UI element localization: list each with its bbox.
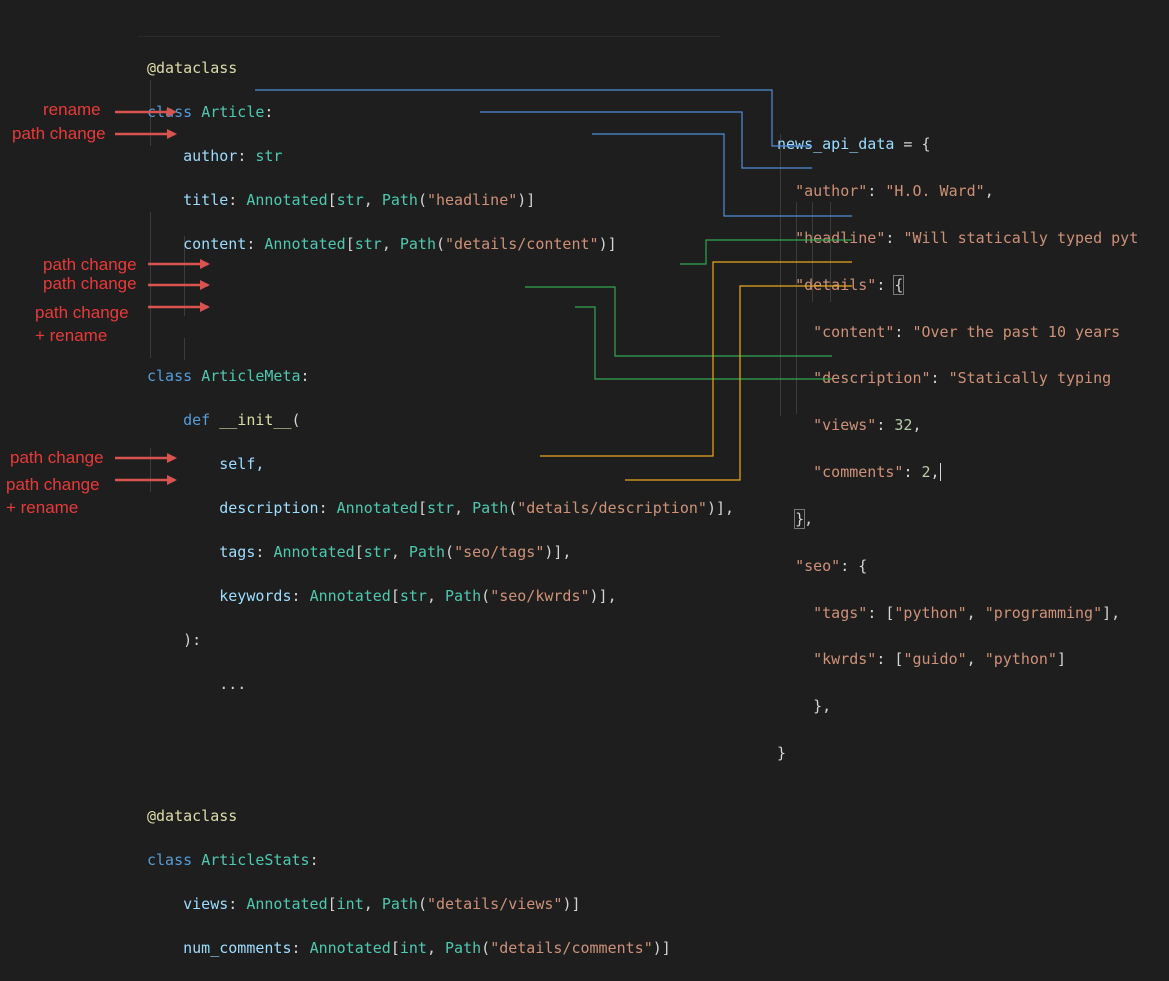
connector-headline — [480, 111, 812, 169]
json-key: "kwrds" — [813, 650, 877, 669]
connector-keywords — [575, 306, 832, 380]
code-line: "tags": ["python", "programming"], — [813, 603, 1121, 622]
type-name: str — [399, 587, 427, 605]
code-line: }, — [813, 697, 832, 716]
string-literal: "seo/kwrds" — [490, 587, 590, 605]
ellipsis: ... — [219, 675, 247, 693]
code-line: } — [777, 743, 787, 762]
keyword: class — [147, 851, 193, 869]
code-line: "kwrds": ["guido", "python"] — [813, 650, 1066, 669]
json-value: "guido" — [903, 650, 967, 669]
close-paren: ): — [183, 631, 202, 649]
type-name: Annotated — [246, 895, 328, 913]
type-name: Annotated — [309, 587, 391, 605]
connector-author — [255, 89, 812, 147]
string-literal: "details/views" — [426, 895, 563, 913]
code-line: keywords: Annotated[str, Path("seo/kwrds… — [219, 587, 617, 605]
connector-views — [540, 261, 852, 457]
json-value: "programming" — [984, 603, 1103, 622]
type-name: int — [399, 939, 427, 957]
connector-comments — [625, 285, 852, 481]
connector-overlay — [115, 89, 852, 485]
field-keywords: keywords — [219, 587, 292, 605]
connector-tags — [525, 286, 832, 357]
function-name: Path — [445, 587, 482, 605]
field-num-comments: num_comments — [183, 939, 292, 957]
code-line: ): — [147, 629, 734, 651]
class-name: ArticleStats — [201, 851, 310, 869]
string-literal: "details/comments" — [490, 939, 653, 957]
connector-content — [592, 133, 852, 217]
type-name: Annotated — [309, 939, 391, 957]
type-name: int — [336, 895, 364, 913]
json-key: "tags" — [813, 603, 868, 622]
function-name: Path — [445, 939, 482, 957]
decorator: @dataclass — [147, 807, 238, 825]
code-line: @dataclass — [147, 805, 734, 827]
code-line: ... — [147, 673, 734, 695]
code-line: num_comments: Annotated[int, Path("detai… — [183, 939, 671, 957]
code-line: views: Annotated[int, Path("details/view… — [183, 895, 581, 913]
code-line: class ArticleStats: — [147, 851, 319, 869]
connector-description — [680, 239, 852, 265]
field-views: views — [183, 895, 229, 913]
function-name: Path — [381, 895, 418, 913]
json-value: "python" — [894, 603, 967, 622]
json-value: "python" — [984, 650, 1057, 669]
